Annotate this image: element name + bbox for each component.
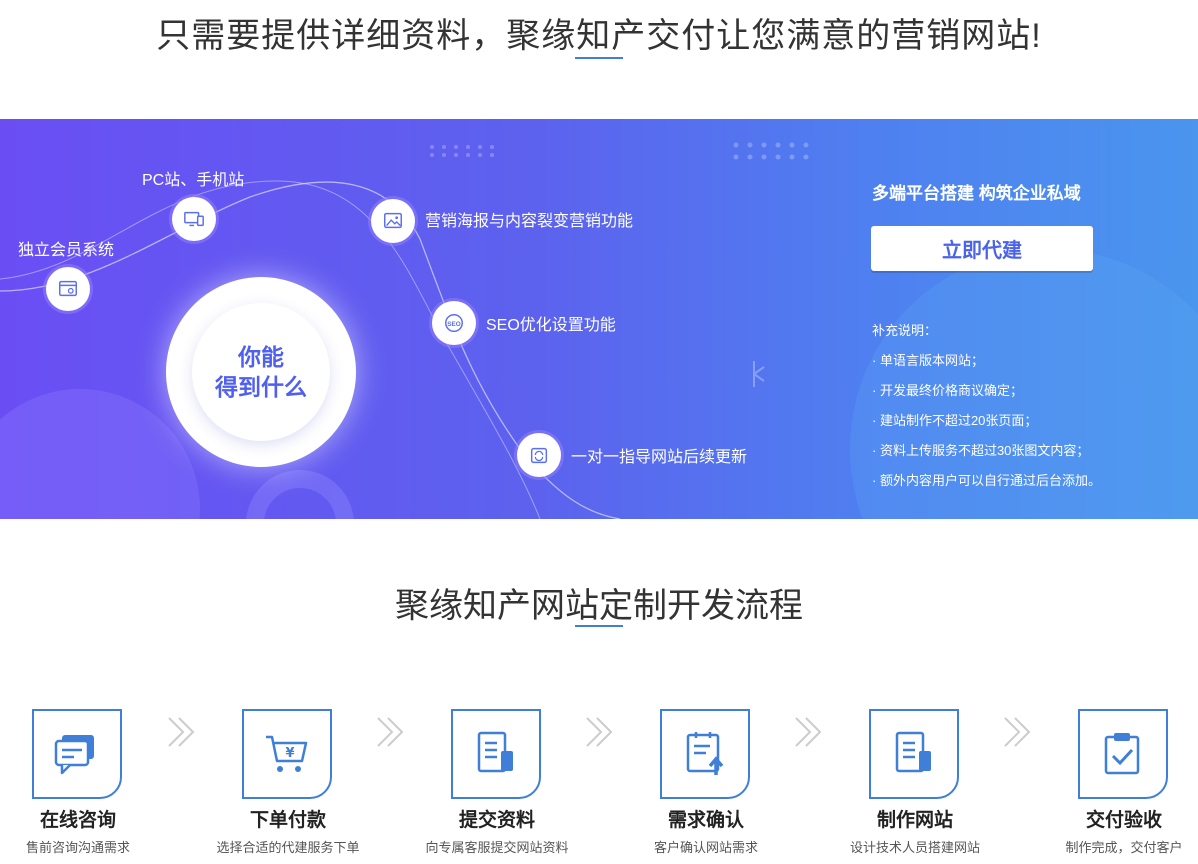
center-text-line1: 你能 [238, 344, 284, 370]
step-title: 需求确认 [667, 810, 744, 831]
note-item: · 资料上传服务不超过30张图文内容； [872, 443, 1090, 458]
feature-label-member: 独立会员系统 [18, 242, 115, 259]
process-title: 聚缘知产网站定制开发流程 [395, 587, 803, 625]
chevron-right-icon [586, 717, 613, 747]
update-refresh-icon [517, 433, 561, 477]
page-title: 只需要提供详细资料，聚缘知产交付让您满意的营销网站! [156, 17, 1042, 55]
document-build-icon [869, 709, 959, 799]
step-desc: 客户确认网站需求 [653, 840, 758, 855]
step-title: 交付验收 [1085, 810, 1162, 831]
step-desc: 向专属客服提交网站资料 [425, 840, 569, 855]
devices-icon [172, 197, 216, 241]
feature-label-update: 一对一指导网站后续更新 [571, 449, 748, 466]
note-item: · 建站制作不超过20张页面； [872, 413, 1038, 428]
note-item: · 开发最终价格商议确定； [872, 383, 1023, 398]
poster-image-icon [371, 199, 415, 243]
step-title: 下单付款 [249, 810, 326, 831]
note-item: · 单语言版本网站； [872, 353, 984, 368]
note-item: · 额外内容用户可以自行通过后台添加。 [872, 473, 1101, 488]
member-system-icon [46, 267, 90, 311]
step-desc: 制作完成，交付客户 [1065, 840, 1183, 855]
banner-heading: 多端平台搭建 构筑企业私域 [872, 184, 1081, 203]
step-title: 提交资料 [458, 810, 535, 831]
svg-text:SEO: SEO [447, 321, 461, 328]
chevron-right-icon [377, 717, 404, 747]
document-icon [451, 709, 541, 799]
chevron-right-icon [1004, 717, 1031, 747]
clipboard-check-icon [1078, 709, 1168, 799]
build-now-button[interactable]: 立即代建 [871, 226, 1093, 271]
supplementary-notes: 补充说明： · 单语言版本网站； · 开发最终价格商议确定； · 建站制作不超过… [872, 323, 1101, 503]
chevron-right-icon [795, 717, 822, 747]
svg-text:¥: ¥ [285, 746, 294, 761]
step-title: 在线咨询 [39, 810, 116, 831]
feature-label-seo: SEO优化设置功能 [486, 317, 616, 334]
chevron-right-icon [168, 717, 195, 747]
center-circle: 你能 得到什么 [166, 277, 356, 467]
seo-icon: SEO [432, 301, 476, 345]
feature-label-poster: 营销海报与内容裂变营销功能 [425, 213, 634, 230]
title-underline [575, 57, 623, 59]
process-title-underline [575, 625, 623, 627]
center-text-line2: 得到什么 [215, 374, 307, 400]
feature-banner: PC站、手机站 独立会员系统 营销海报与内容裂变营销功能 SEO SEO优化设置… [0, 119, 1198, 519]
step-desc: 设计技术人员搭建网站 [849, 840, 980, 855]
clipboard-upload-icon [660, 709, 750, 799]
chat-bubble-icon [32, 709, 122, 799]
feature-label-pc-mobile: PC站、手机站 [142, 172, 245, 189]
step-title: 制作网站 [876, 810, 953, 831]
step-desc: 选择合适的代建服务下单 [216, 840, 360, 855]
notes-title: 补充说明： [872, 323, 938, 338]
shopping-cart-icon: ¥ [242, 709, 332, 799]
step-desc: 售前咨询沟通需求 [25, 840, 130, 855]
